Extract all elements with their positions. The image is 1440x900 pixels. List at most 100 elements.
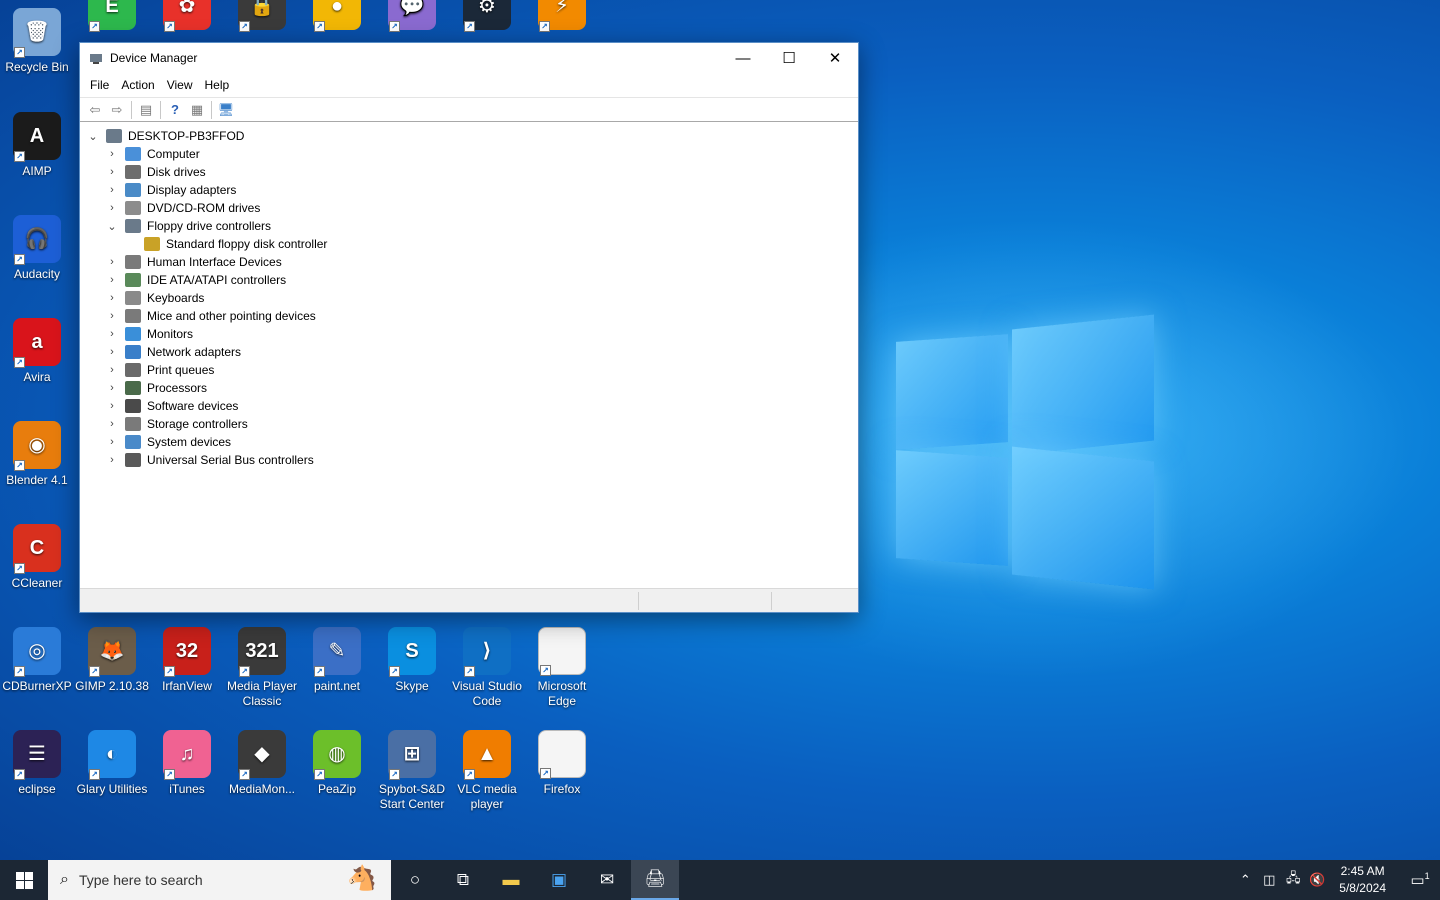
minimize-button[interactable]: —: [720, 43, 766, 73]
tree-item-ide-ata-atapi-controllers[interactable]: › IDE ATA/ATAPI controllers: [105, 271, 286, 289]
ccleaner-icon: C ↗: [13, 524, 61, 574]
desktop-icon-app-6[interactable]: ⚡ ↗: [525, 0, 599, 34]
chevron-right-icon[interactable]: ›: [105, 382, 119, 394]
back-arrow-icon[interactable]: ⇦: [84, 100, 106, 120]
properties-icon[interactable]: ▤: [135, 100, 157, 120]
desktop-icon-itunes[interactable]: ♫ ↗ iTunes: [150, 730, 224, 797]
title-bar[interactable]: Device Manager — ☐ ✕: [80, 43, 858, 73]
chevron-right-icon[interactable]: ›: [105, 328, 119, 340]
tree-item-network-adapters[interactable]: › Network adapters: [105, 343, 241, 361]
tree-item-floppy-drive-controllers[interactable]: ⌄ Floppy drive controllers: [105, 217, 271, 235]
task-view-icon[interactable]: ⧉: [439, 860, 487, 900]
chevron-right-icon[interactable]: ›: [105, 418, 119, 430]
chevron-right-icon[interactable]: ›: [105, 364, 119, 376]
tree-item-software-devices[interactable]: › Software devices: [105, 397, 238, 415]
tree-item-display-adapters[interactable]: › Display adapters: [105, 181, 236, 199]
desktop-icon-eclipse[interactable]: ☰ ↗ eclipse: [0, 730, 74, 797]
tree-root[interactable]: ⌄ DESKTOP-PB3FFOD: [86, 127, 244, 145]
desktop-icon-microsoft-edge[interactable]: ↗ Microsoft Edge: [525, 627, 599, 709]
search-box[interactable]: ⌕ Type here to search 🐴: [48, 860, 391, 900]
desktop-icon-media-player-classic[interactable]: 321 ↗ Media Player Classic: [225, 627, 299, 709]
tree-item-computer[interactable]: › Computer: [105, 145, 200, 163]
tree-item-disk-drives[interactable]: › Disk drives: [105, 163, 206, 181]
tree-item-system-devices[interactable]: › System devices: [105, 433, 231, 451]
scan-hardware-icon[interactable]: 🖥: [215, 100, 237, 120]
desktop-icon-recycle-bin[interactable]: 🗑 ↗ Recycle Bin: [0, 8, 74, 75]
desktop-icon-app-3[interactable]: ● ↗: [300, 0, 374, 34]
chevron-right-icon[interactable]: ›: [105, 400, 119, 412]
chevron-right-icon[interactable]: ›: [105, 292, 119, 304]
store-icon[interactable]: ▣: [535, 860, 583, 900]
maximize-button[interactable]: ☐: [766, 43, 812, 73]
start-button[interactable]: [0, 860, 48, 900]
desktop-icon-audacity[interactable]: 🎧 ↗ Audacity: [0, 215, 74, 282]
clock[interactable]: 2:45 AM 5/8/2024: [1329, 863, 1400, 897]
volume-muted-icon[interactable]: 🔇: [1305, 872, 1329, 888]
desktop-icon-firefox[interactable]: ↗ Firefox: [525, 730, 599, 797]
notification-icon[interactable]: ▭1: [1400, 871, 1440, 889]
desktop-icon-app-5[interactable]: ⚙ ↗: [450, 0, 524, 34]
desktop-icon-irfanview[interactable]: 32 ↗ IrfanView: [150, 627, 224, 694]
chevron-right-icon[interactable]: ›: [105, 148, 119, 160]
meet-now-icon[interactable]: ◫: [1257, 872, 1281, 888]
close-button[interactable]: ✕: [812, 43, 858, 73]
network-icon[interactable]: 🖧: [1281, 869, 1305, 891]
desktop-icon-app-1[interactable]: ✿ ↗: [150, 0, 224, 34]
desktop-icon-vlc-media-player[interactable]: ▲ ↗ VLC media player: [450, 730, 524, 812]
help-icon[interactable]: ?: [164, 100, 186, 120]
forward-arrow-icon[interactable]: ⇨: [106, 100, 128, 120]
chevron-right-icon[interactable]: ›: [105, 346, 119, 358]
mail-icon[interactable]: ✉: [583, 860, 631, 900]
desktop-icon-visual-studio-code[interactable]: ⟩ ↗ Visual Studio Code: [450, 627, 524, 709]
chevron-right-icon[interactable]: ›: [105, 436, 119, 448]
desktop-icon-aimp[interactable]: A ↗ AIMP: [0, 112, 74, 179]
tree-item-universal-serial-bus-controllers[interactable]: › Universal Serial Bus controllers: [105, 451, 314, 469]
visual-studio-code-icon: ⟩ ↗: [463, 627, 511, 677]
desktop-icon-app-4[interactable]: 💬 ↗: [375, 0, 449, 34]
shortcut-arrow-icon: ↗: [239, 21, 250, 32]
chevron-right-icon[interactable]: ›: [105, 202, 119, 214]
tree-item-processors[interactable]: › Processors: [105, 379, 207, 397]
tree-item-human-interface-devices[interactable]: › Human Interface Devices: [105, 253, 282, 271]
chevron-up-icon[interactable]: ⌃: [1233, 872, 1257, 888]
tree-item-storage-controllers[interactable]: › Storage controllers: [105, 415, 248, 433]
desktop-icon-gimp-2-10-38[interactable]: 🦊 ↗ GIMP 2.10.38: [75, 627, 149, 694]
tree-item-print-queues[interactable]: › Print queues: [105, 361, 214, 379]
update-driver-icon[interactable]: ▦: [186, 100, 208, 120]
desktop-icon-cdburnerxp[interactable]: ◎ ↗ CDBurnerXP: [0, 627, 74, 694]
file-explorer-icon[interactable]: ▬: [487, 860, 535, 900]
chevron-down-icon[interactable]: ⌄: [105, 220, 119, 233]
chevron-right-icon[interactable]: ›: [105, 256, 119, 268]
desktop-icon-glary-utilities[interactable]: ◐ ↗ Glary Utilities: [75, 730, 149, 797]
chevron-right-icon[interactable]: ›: [105, 310, 119, 322]
device-manager-taskbar-icon[interactable]: 🖨: [631, 860, 679, 900]
menu-help[interactable]: Help: [199, 78, 236, 92]
desktop-icon-avira[interactable]: a ↗ Avira: [0, 318, 74, 385]
chevron-down-icon[interactable]: ⌄: [86, 130, 100, 143]
desktop-icon-skype[interactable]: S ↗ Skype: [375, 627, 449, 694]
clock-time: 2:45 AM: [1340, 864, 1385, 878]
menu-file[interactable]: File: [84, 78, 115, 92]
menu-view[interactable]: View: [161, 78, 199, 92]
tree-item-label: DVD/CD-ROM drives: [147, 201, 261, 215]
tree-item-dvd-cd-rom-drives[interactable]: › DVD/CD-ROM drives: [105, 199, 260, 217]
cortana-icon[interactable]: ○: [391, 860, 439, 900]
desktop-icon-spybot-s-d-start-center[interactable]: ⊞ ↗ Spybot-S&D Start Center: [375, 730, 449, 812]
chevron-right-icon[interactable]: ›: [105, 184, 119, 196]
desktop-icon-ccleaner[interactable]: C ↗ CCleaner: [0, 524, 74, 591]
chevron-right-icon[interactable]: ›: [105, 454, 119, 466]
menu-action[interactable]: Action: [115, 78, 160, 92]
chevron-right-icon[interactable]: ›: [105, 274, 119, 286]
app-2-icon: 🔒 ↗: [238, 0, 286, 32]
desktop-icon-app-0[interactable]: E ↗: [75, 0, 149, 34]
desktop-icon-app-2[interactable]: 🔒 ↗: [225, 0, 299, 34]
tree-item-monitors[interactable]: › Monitors: [105, 325, 193, 343]
tree-item-mice-and-other-pointing-devices[interactable]: › Mice and other pointing devices: [105, 307, 316, 325]
desktop-icon-blender-4-1[interactable]: ◉ ↗ Blender 4.1: [0, 421, 74, 488]
tree-item-standard-floppy-disk-controller[interactable]: Standard floppy disk controller: [124, 235, 327, 253]
desktop-icon-peazip[interactable]: ◍ ↗ PeaZip: [300, 730, 374, 797]
desktop-icon-paint-net[interactable]: ✎ ↗ paint.net: [300, 627, 374, 694]
chevron-right-icon[interactable]: ›: [105, 166, 119, 178]
desktop-icon-mediamon[interactable]: ◆ ↗ MediaMon...: [225, 730, 299, 797]
tree-item-keyboards[interactable]: › Keyboards: [105, 289, 204, 307]
